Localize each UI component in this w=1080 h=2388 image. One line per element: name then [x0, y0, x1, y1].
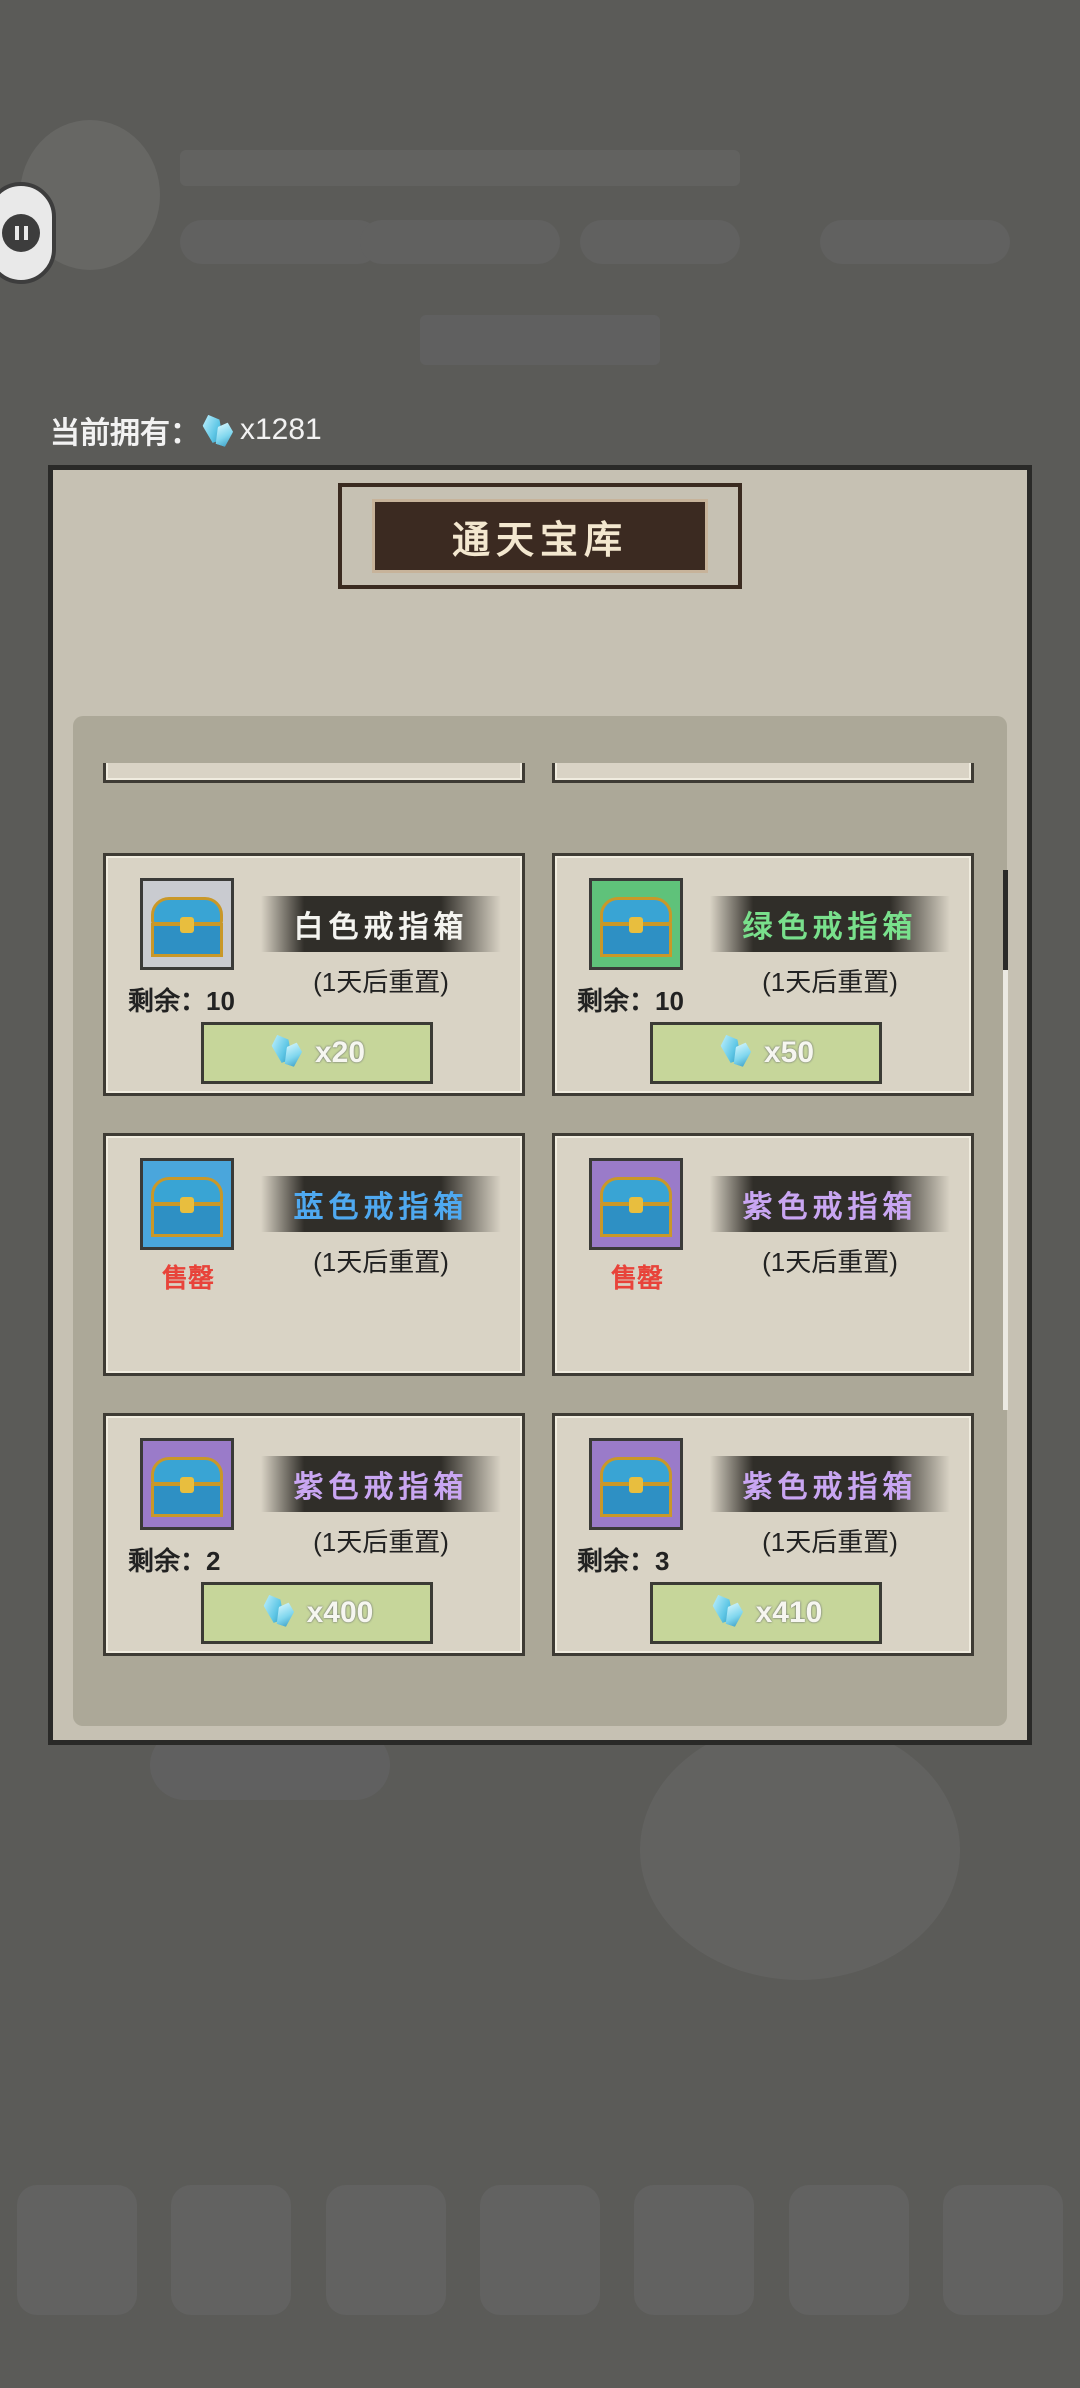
currency-display: 当前拥有： x1281	[50, 405, 322, 455]
item-name: 蓝色戒指箱	[261, 1176, 501, 1232]
pause-icon	[2, 214, 40, 252]
scrollbar[interactable]	[1003, 870, 1008, 1410]
item-name: 白色戒指箱	[261, 896, 501, 952]
shop-item-card[interactable]: 绿色戒指箱 (1天后重置) 剩余：10 x50	[552, 853, 974, 1096]
treasure-chest-icon	[600, 1457, 672, 1519]
bottom-nav	[0, 2160, 1080, 2340]
shop-item-card[interactable]: 蓝色戒指箱 (1天后重置) 售罄	[103, 1133, 525, 1376]
reset-note: (1天后重置)	[762, 1527, 898, 1557]
dialog-title: 通天宝库	[372, 499, 708, 573]
nav-slot	[788, 2185, 909, 2315]
item-frame-purple	[140, 1438, 234, 1530]
stat-pill	[820, 220, 1010, 264]
treasure-chest-icon	[600, 897, 672, 959]
shop-list[interactable]: x10 白色戒指箱 (1天后重置) 剩余：10 x20 绿色戒指箱 (1天后重置…	[73, 763, 1007, 1663]
crystal-icon	[200, 412, 234, 448]
item-name: 紫色戒指箱	[710, 1456, 950, 1512]
remaining-count: 剩余：10	[128, 986, 235, 1016]
stat-pill	[580, 220, 740, 264]
nav-slot	[17, 2185, 138, 2315]
buy-button[interactable]: x410	[650, 1582, 882, 1644]
currency-amount: x1281	[240, 413, 322, 446]
shop-item-card[interactable]: 紫色戒指箱 (1天后重置) 剩余：2 x400	[103, 1413, 525, 1656]
buy-button[interactable]: x50	[650, 1022, 882, 1084]
treasure-chest-icon	[151, 1177, 223, 1239]
background-title	[420, 315, 660, 365]
item-frame-white	[140, 878, 234, 970]
currency-label: 当前拥有：	[50, 417, 200, 450]
shop-item-card[interactable]	[103, 763, 525, 783]
stat-pill	[180, 220, 380, 264]
crystal-icon	[710, 1592, 750, 1634]
nav-slot	[479, 2185, 600, 2315]
item-name: 紫色戒指箱	[261, 1456, 501, 1512]
item-frame-purple	[589, 1438, 683, 1530]
price-label: x410	[755, 1596, 823, 1629]
player-name-bar	[180, 150, 740, 186]
item-name: 绿色戒指箱	[710, 896, 950, 952]
buy-button[interactable]: x20	[201, 1022, 433, 1084]
stat-pill	[360, 220, 560, 264]
crystal-icon	[718, 1032, 758, 1074]
item-frame-purple	[589, 1158, 683, 1250]
remaining-count: 剩余：10	[577, 986, 684, 1016]
reset-note: (1天后重置)	[762, 1247, 898, 1277]
treasure-chest-icon	[151, 897, 223, 959]
nav-slot	[325, 2185, 446, 2315]
sold-out-label: 售罄	[162, 1263, 215, 1293]
reset-note: (1天后重置)	[313, 1527, 449, 1557]
nav-slot	[634, 2185, 755, 2315]
reset-note: (1天后重置)	[762, 967, 898, 997]
sold-out-label: 售罄	[611, 1263, 664, 1293]
crystal-icon	[261, 1592, 301, 1634]
treasure-chest-icon	[151, 1457, 223, 1519]
shop-item-card[interactable]: 白色戒指箱 (1天后重置) 剩余：10 x20	[103, 853, 525, 1096]
shop-item-card[interactable]: 紫色戒指箱 (1天后重置) 售罄	[552, 1133, 974, 1376]
crystal-icon	[269, 1032, 309, 1074]
remaining-count: 剩余：3	[577, 1546, 670, 1576]
item-name: 紫色戒指箱	[710, 1176, 950, 1232]
dialog-header: 通天宝库	[338, 483, 742, 589]
item-frame-green	[589, 878, 683, 970]
shop-item-card[interactable]: x10	[552, 763, 974, 783]
nav-slot	[171, 2185, 292, 2315]
background-emblem	[640, 1720, 960, 1980]
price-label: x20	[314, 1036, 366, 1069]
nav-slot	[942, 2185, 1063, 2315]
item-frame-blue	[140, 1158, 234, 1250]
price-label: x400	[306, 1596, 374, 1629]
shop-item-card[interactable]: 紫色戒指箱 (1天后重置) 剩余：3 x410	[552, 1413, 974, 1656]
pause-button[interactable]	[0, 182, 56, 284]
price-label: x50	[763, 1036, 815, 1069]
treasure-chest-icon	[600, 1177, 672, 1239]
remaining-count: 剩余：2	[128, 1546, 221, 1576]
scrollbar-thumb[interactable]	[1003, 870, 1008, 970]
reset-note: (1天后重置)	[313, 1247, 449, 1277]
reset-note: (1天后重置)	[313, 967, 449, 997]
buy-button[interactable]: x400	[201, 1582, 433, 1644]
